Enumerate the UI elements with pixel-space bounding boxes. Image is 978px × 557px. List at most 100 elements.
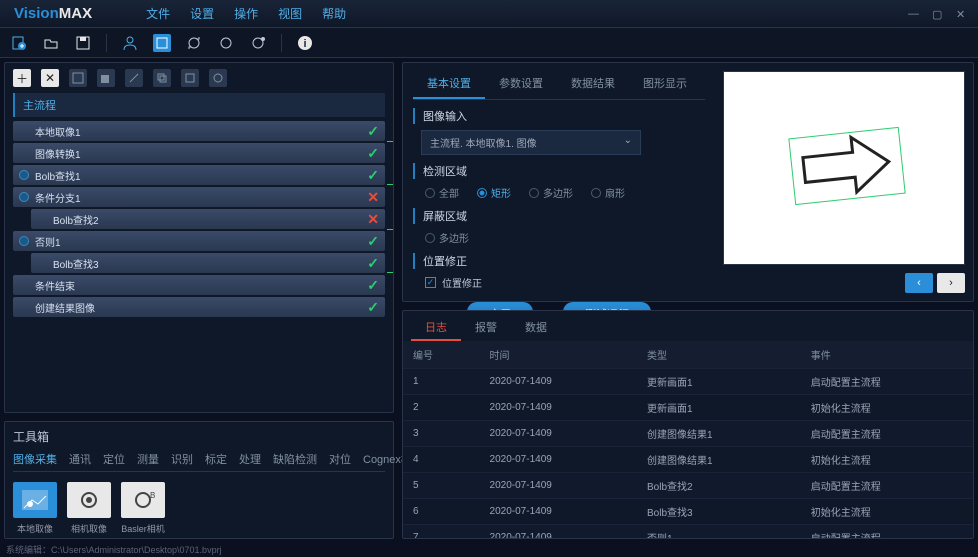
next-button[interactable]: › [937,273,965,293]
flow-t1-button[interactable] [69,69,87,87]
toolbox-tab[interactable]: 缺陷检测 [273,451,317,467]
cross-icon: ✕ [367,189,379,206]
radio-all[interactable]: 全部 [425,185,459,200]
maximize-icon[interactable]: ▢ [932,8,944,20]
flow-title: 主流程 [13,93,385,117]
toolbox-tab[interactable]: 通讯 [69,451,91,467]
user-icon[interactable] [121,34,139,52]
flow-item[interactable]: 图像转换1✓ [13,143,385,163]
save-icon[interactable] [74,34,92,52]
table-row[interactable]: 12020-07-1409更新画面1启动配置主流程 [403,369,973,395]
log-panel: 日志 报警 数据 编号时间类型事件12020-07-1409更新画面1启动配置主… [402,310,974,539]
preview-pane: ‹ › [715,63,973,301]
flow-t2-button[interactable] [97,69,115,87]
toolbox-tab[interactable]: 标定 [205,451,227,467]
open-icon[interactable] [42,34,60,52]
toolbox-panel: 工具箱 图像采集通讯定位测量识别标定处理缺陷检测对位Cognex检测工具> 本地… [4,421,394,539]
toolbox-tab[interactable]: 图像采集 [13,451,57,467]
toolbox-tab[interactable]: 识别 [171,451,193,467]
tab-log[interactable]: 日志 [411,315,461,341]
flow-t3-button[interactable] [125,69,143,87]
table-row[interactable]: 32020-07-1409创建图像结果1启动配置主流程 [403,421,973,447]
flow-item[interactable]: 条件结束✓ [13,275,385,295]
tab-data[interactable]: 数据结果 [557,69,629,99]
toolbox-item[interactable]: BBasler相机 [121,482,165,535]
flow-item[interactable]: 创建结果图像✓ [13,297,385,317]
tab-alarm[interactable]: 报警 [461,315,511,341]
expand-icon[interactable] [19,170,29,180]
menu-operate[interactable]: 操作 [234,5,258,22]
tool-icon[interactable] [153,34,171,52]
radio-poly[interactable]: 多边形 [529,185,573,200]
loop3-icon[interactable] [249,34,267,52]
toolbox-tab[interactable]: 测量 [137,451,159,467]
log-header: 编号 [403,341,480,369]
svg-text:i: i [303,38,306,50]
flow-item[interactable]: 条件分支1✕ [13,187,385,207]
check-icon: ✓ [367,123,379,140]
sec-image-input: 图像输入 [413,108,705,124]
check-icon: ✓ [367,167,379,184]
table-row[interactable]: 22020-07-1409更新画面1初始化主流程 [403,395,973,421]
new-icon[interactable] [10,34,28,52]
radio-rect[interactable]: 矩形 [477,185,511,200]
cross-icon: ✕ [367,211,379,228]
minimize-icon[interactable]: — [908,8,920,20]
titlebar: VisionMAX 文件 设置 操作 视图 帮助 — ▢ ✕ [0,0,978,28]
table-row[interactable]: 72020-07-1409否则1启动配置主流程 [403,525,973,539]
toolbox-tab[interactable]: 处理 [239,451,261,467]
flow-item[interactable]: Bolb查找1✓ [13,165,385,185]
settings-panel: 基本设置 参数设置 数据结果 图形显示 图像输入 主流程. 本地取像1. 图像⌄… [402,62,974,302]
svg-text:B: B [150,491,155,500]
toolbox-title: 工具箱 [13,428,385,445]
toolbox-tab[interactable]: 定位 [103,451,125,467]
expand-icon[interactable] [19,192,29,202]
radio-mask-poly[interactable]: 多边形 [425,230,469,245]
toolbox-item[interactable]: 相机取像 [67,482,111,535]
check-icon: ✓ [367,145,379,162]
flow-item[interactable]: 否则1✓ [13,231,385,251]
app-logo: VisionMAX [0,5,106,22]
tab-params[interactable]: 参数设置 [485,69,557,99]
tab-logdata[interactable]: 数据 [511,315,561,341]
check-icon: ✓ [367,233,379,250]
expand-icon[interactable] [19,236,29,246]
flow-t5-button[interactable] [181,69,199,87]
loop1-icon[interactable] [185,34,203,52]
log-header: 类型 [637,341,801,369]
table-row[interactable]: 62020-07-1409Bolb查找3初始化主流程 [403,499,973,525]
menubar: 文件 设置 操作 视图 帮助 [146,5,346,22]
flow-item[interactable]: Bolb查找2✕ [31,209,385,229]
tab-graph[interactable]: 图形显示 [629,69,701,99]
preview-image[interactable] [723,71,965,265]
toolbox-tab[interactable]: 对位 [329,451,351,467]
menu-file[interactable]: 文件 [146,5,170,22]
flow-add-button[interactable]: ＋ [13,69,31,87]
prev-button[interactable]: ‹ [905,273,933,293]
flow-t4-button[interactable] [153,69,171,87]
flow-panel: ＋ ✕ 主流程 本地取像1✓图像转换1✓Bolb查找1✓条件分支1✕Bolb查找… [4,62,394,413]
check-icon: ✓ [367,299,379,316]
close-icon[interactable]: ✕ [956,8,968,20]
pos-checkbox[interactable]: ✓ [425,277,436,288]
log-header: 时间 [480,341,637,369]
flow-del-button[interactable]: ✕ [41,69,59,87]
toolbar: i [0,28,978,58]
sec-detect: 检测区域 [413,163,705,179]
flow-t6-button[interactable] [209,69,227,87]
menu-view[interactable]: 视图 [278,5,302,22]
flow-item[interactable]: 本地取像1✓ [13,121,385,141]
menu-settings[interactable]: 设置 [190,5,214,22]
flow-item[interactable]: Bolb查找3✓ [31,253,385,273]
loop2-icon[interactable] [217,34,235,52]
info-icon[interactable]: i [296,34,314,52]
sec-pos: 位置修正 [413,253,705,269]
tab-basic[interactable]: 基本设置 [413,69,485,99]
table-row[interactable]: 42020-07-1409创建图像结果1初始化主流程 [403,447,973,473]
image-source-dropdown[interactable]: 主流程. 本地取像1. 图像⌄ [421,130,641,155]
chevron-down-icon: ⌄ [624,135,632,150]
menu-help[interactable]: 帮助 [322,5,346,22]
radio-fan[interactable]: 扇形 [591,185,625,200]
toolbox-item[interactable]: 本地取像 [13,482,57,535]
table-row[interactable]: 52020-07-1409Bolb查找2启动配置主流程 [403,473,973,499]
